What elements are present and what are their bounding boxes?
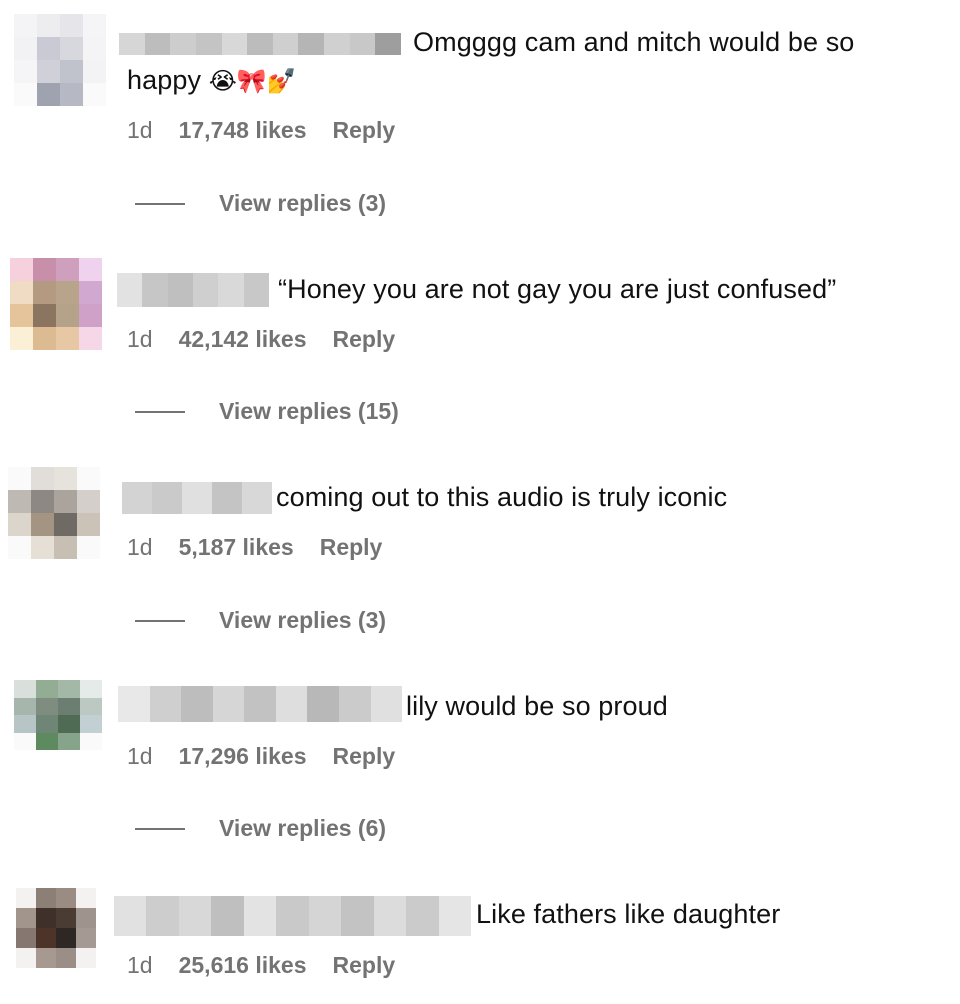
avatar[interactable]	[8, 467, 100, 559]
like-count[interactable]: 17,296 likes	[179, 743, 307, 770]
comment-meta: 1d 25,616 likes Reply	[127, 952, 395, 979]
view-replies-label: View replies (15)	[219, 398, 399, 424]
view-replies-button[interactable]: View replies (15)	[135, 398, 399, 425]
username-blurred[interactable]	[119, 33, 402, 55]
username-blurred[interactable]	[117, 273, 269, 307]
comment-age: 1d	[127, 743, 153, 769]
comment-text: “Honey you are not gay you are just conf…	[278, 274, 837, 304]
view-replies-button[interactable]: View replies (6)	[135, 815, 386, 842]
replies-divider-line	[135, 202, 185, 205]
comment-meta: 1d 17,748 likes Reply	[127, 117, 395, 144]
view-replies-label: View replies (3)	[219, 190, 387, 216]
username-blurred[interactable]	[118, 686, 403, 722]
avatar[interactable]	[10, 258, 102, 350]
like-count[interactable]: 17,748 likes	[179, 117, 307, 144]
username-blurred[interactable]	[122, 482, 272, 514]
replies-divider-line	[135, 827, 185, 830]
comment-meta: 1d 42,142 likes Reply	[127, 326, 395, 353]
comment-age: 1d	[127, 117, 153, 143]
comment-text: lily would be so proud	[406, 691, 668, 721]
comment-age: 1d	[127, 534, 153, 560]
avatar[interactable]	[14, 680, 102, 750]
comment-text: coming out to this audio is truly iconic	[276, 482, 728, 512]
like-count[interactable]: 5,187 likes	[179, 534, 294, 561]
view-replies-label: View replies (6)	[219, 815, 387, 841]
replies-divider-line	[135, 619, 185, 622]
like-count[interactable]: 25,616 likes	[179, 952, 307, 979]
comment-text-continued: happy 😭🎀💅	[127, 65, 297, 95]
avatar[interactable]	[16, 888, 96, 968]
avatar[interactable]	[14, 14, 106, 106]
comment-text: Omgggg cam and mitch would be so	[413, 27, 855, 57]
comment-meta: 1d 17,296 likes Reply	[127, 743, 395, 770]
view-replies-label: View replies (3)	[219, 607, 387, 633]
view-replies-button[interactable]: View replies (3)	[135, 607, 386, 634]
like-count[interactable]: 42,142 likes	[179, 326, 307, 353]
comment-text: Like fathers like daughter	[476, 899, 781, 929]
comment-age: 1d	[127, 326, 153, 352]
reply-button[interactable]: Reply	[333, 326, 396, 353]
username-blurred[interactable]	[114, 896, 471, 936]
replies-divider-line	[135, 410, 185, 413]
comment-meta: 1d 5,187 likes Reply	[127, 534, 382, 561]
reply-button[interactable]: Reply	[320, 534, 383, 561]
reply-button[interactable]: Reply	[333, 952, 396, 979]
reply-button[interactable]: Reply	[333, 743, 396, 770]
view-replies-button[interactable]: View replies (3)	[135, 190, 386, 217]
emoji-crying-bow-nails-icon: 😭🎀💅	[208, 67, 297, 95]
comment-age: 1d	[127, 952, 153, 978]
reply-button[interactable]: Reply	[333, 117, 396, 144]
